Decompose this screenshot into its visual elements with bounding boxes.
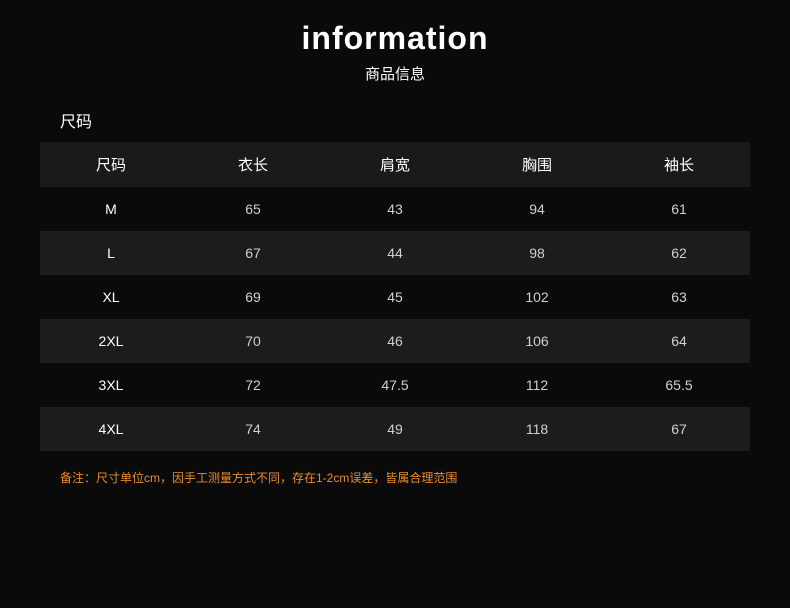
cell-length: 69: [182, 275, 324, 319]
cell-chest: 112: [466, 363, 608, 407]
col-header-size: 尺码: [40, 142, 182, 187]
col-header-chest: 胸围: [466, 142, 608, 187]
page-title: information: [302, 20, 489, 57]
table-row: M65439461: [40, 187, 750, 231]
cell-sleeve: 62: [608, 231, 750, 275]
cell-length: 74: [182, 407, 324, 451]
cell-length: 65: [182, 187, 324, 231]
col-header-sleeve: 袖长: [608, 142, 750, 187]
section-label: 尺码: [60, 108, 92, 132]
cell-size: 2XL: [40, 319, 182, 363]
cell-chest: 94: [466, 187, 608, 231]
cell-chest: 106: [466, 319, 608, 363]
table-row: L67449862: [40, 231, 750, 275]
cell-size: M: [40, 187, 182, 231]
col-header-length: 衣长: [182, 142, 324, 187]
cell-chest: 98: [466, 231, 608, 275]
cell-shoulder: 44: [324, 231, 466, 275]
cell-sleeve: 64: [608, 319, 750, 363]
cell-shoulder: 45: [324, 275, 466, 319]
cell-sleeve: 61: [608, 187, 750, 231]
cell-sleeve: 67: [608, 407, 750, 451]
table-row: XL694510263: [40, 275, 750, 319]
cell-shoulder: 49: [324, 407, 466, 451]
table-row: 4XL744911867: [40, 407, 750, 451]
cell-shoulder: 47.5: [324, 363, 466, 407]
cell-shoulder: 46: [324, 319, 466, 363]
table-row: 2XL704610664: [40, 319, 750, 363]
cell-sleeve: 65.5: [608, 363, 750, 407]
col-header-shoulder: 肩宽: [324, 142, 466, 187]
cell-chest: 118: [466, 407, 608, 451]
cell-length: 72: [182, 363, 324, 407]
cell-length: 67: [182, 231, 324, 275]
table-row: 3XL7247.511265.5: [40, 363, 750, 407]
table-header-row: 尺码 衣长 肩宽 胸围 袖长: [40, 142, 750, 187]
cell-size: 3XL: [40, 363, 182, 407]
cell-size: XL: [40, 275, 182, 319]
cell-length: 70: [182, 319, 324, 363]
cell-size: L: [40, 231, 182, 275]
cell-size: 4XL: [40, 407, 182, 451]
size-table: 尺码 衣长 肩宽 胸围 袖长 M65439461L67449862XL69451…: [40, 142, 750, 451]
cell-chest: 102: [466, 275, 608, 319]
footnote: 备注：尺寸单位cm，因手工测量方式不同，存在1-2cm误差，皆属合理范围: [60, 469, 457, 487]
cell-shoulder: 43: [324, 187, 466, 231]
page-subtitle: 商品信息: [365, 63, 425, 84]
cell-sleeve: 63: [608, 275, 750, 319]
